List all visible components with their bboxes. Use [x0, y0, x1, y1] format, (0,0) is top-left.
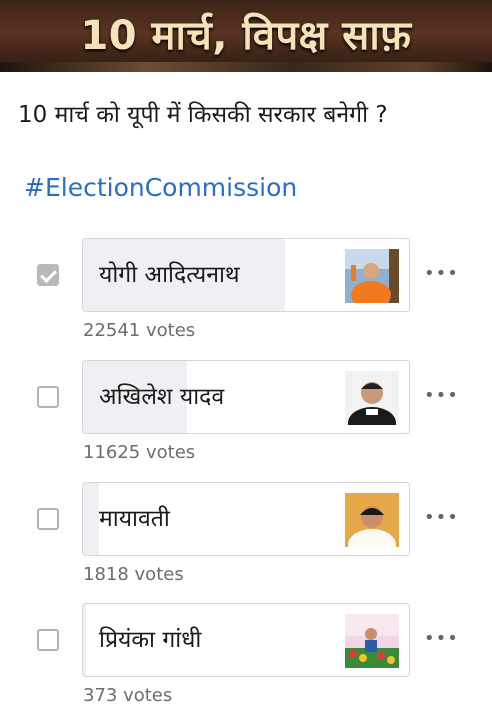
- candidate-photo: [345, 493, 399, 547]
- option-checkbox[interactable]: [37, 264, 59, 286]
- vote-share-fill: [83, 604, 87, 676]
- banner-title: 10 मार्च, विपक्ष साफ़: [80, 13, 412, 59]
- option-card[interactable]: प्रियंका गांधी: [82, 603, 410, 677]
- candidate-photo: [345, 614, 399, 668]
- option-checkbox[interactable]: [37, 508, 59, 530]
- more-options-icon[interactable]: •••: [424, 382, 458, 410]
- vote-count: 373 votes: [83, 685, 173, 706]
- poll-option: योगी आदित्यनाथ ••• 22541 votes: [0, 238, 492, 360]
- poll-option: अखिलेश यादव ••• 11625 votes: [0, 360, 492, 482]
- option-label: मायावती: [99, 506, 170, 532]
- hashtag-link[interactable]: #ElectionCommission: [24, 172, 297, 204]
- poll-option: प्रियंका गांधी ••• 373 votes: [0, 603, 492, 725]
- option-checkbox[interactable]: [37, 386, 59, 408]
- option-label: अखिलेश यादव: [99, 384, 225, 410]
- more-options-icon[interactable]: •••: [424, 260, 458, 288]
- vote-count: 1818 votes: [83, 564, 184, 585]
- candidate-photo: [345, 249, 399, 303]
- candidate-photo: [345, 371, 399, 425]
- vote-count: 22541 votes: [83, 320, 196, 341]
- vote-count: 11625 votes: [83, 442, 196, 463]
- option-card[interactable]: मायावती: [82, 482, 410, 556]
- option-card[interactable]: अखिलेश यादव: [82, 360, 410, 434]
- option-card[interactable]: योगी आदित्यनाथ: [82, 238, 410, 312]
- option-label: प्रियंका गांधी: [99, 627, 202, 653]
- poll-question: 10 मार्च को यूपी में किसकी सरकार बनेगी ?: [18, 102, 388, 128]
- more-options-icon[interactable]: •••: [424, 625, 458, 653]
- option-checkbox[interactable]: [37, 629, 59, 651]
- more-options-icon[interactable]: •••: [424, 504, 458, 532]
- vote-share-fill: [83, 483, 100, 555]
- poll-option: मायावती ••• 1818 votes: [0, 482, 492, 604]
- option-label: योगी आदित्यनाथ: [99, 262, 240, 288]
- header-banner: 10 मार्च, विपक्ष साफ़: [0, 0, 492, 72]
